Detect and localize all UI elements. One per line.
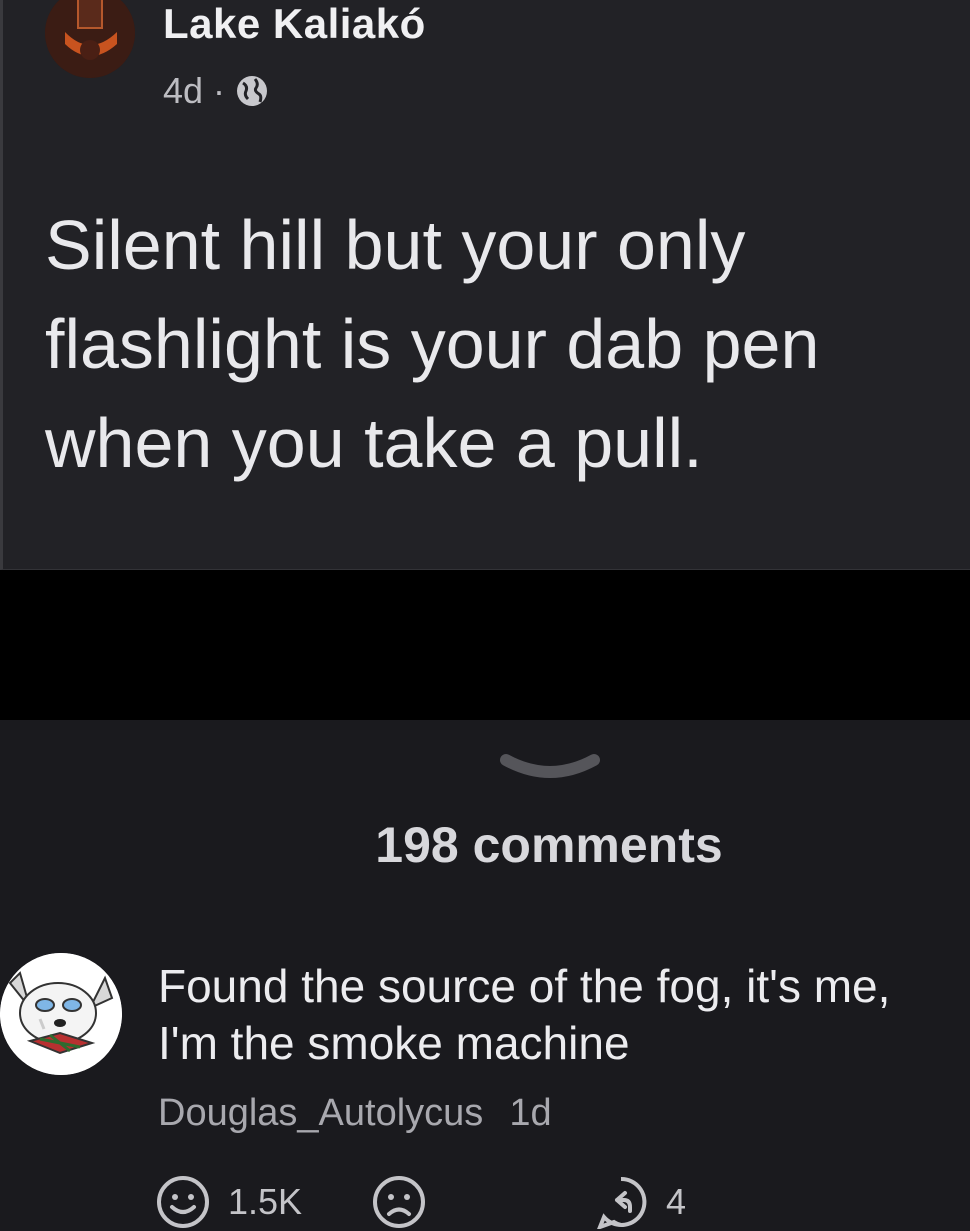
globe-icon xyxy=(237,76,268,106)
post-body: Silent hill but your only flashlight is … xyxy=(45,196,945,493)
comment-actions: 1.5K 4 xyxy=(156,1175,756,1231)
comment-meta: Douglas_Autolycus 1d xyxy=(158,1092,552,1135)
commenter-avatar[interactable] xyxy=(0,953,122,1075)
reply-button[interactable]: 4 xyxy=(594,1175,686,1229)
reply-icon xyxy=(597,1176,647,1229)
post-meta: 4d · xyxy=(163,70,269,112)
comment-line: Found the source of the fog, it's me, xyxy=(158,960,891,1012)
comment-line: I'm the smoke machine xyxy=(158,1017,630,1069)
rat-beef-logo-icon xyxy=(45,0,135,78)
post-author-name[interactable]: Lake Kaliakó xyxy=(163,0,426,48)
comments-sheet: 198 comments Found the source of the fog… xyxy=(0,720,970,1230)
meta-separator: · xyxy=(213,70,226,111)
frown-icon xyxy=(373,1176,425,1228)
like-count: 1.5K xyxy=(228,1181,303,1222)
comment-username[interactable]: Douglas_Autolycus xyxy=(158,1092,483,1135)
like-button[interactable]: 1.5K xyxy=(156,1175,302,1229)
post-time: 4d xyxy=(163,70,204,111)
reply-count: 4 xyxy=(666,1181,687,1222)
comment-time: 1d xyxy=(509,1092,552,1134)
wolf-character-icon xyxy=(0,953,122,1075)
divider-band xyxy=(0,570,970,720)
post-body-line: Silent hill but your only xyxy=(45,206,746,284)
drag-handle-icon[interactable] xyxy=(498,748,602,788)
post-body-line: when you take a pull. xyxy=(45,404,703,482)
dislike-button[interactable] xyxy=(372,1175,426,1229)
post-body-line: flashlight is your dab pen xyxy=(45,305,820,383)
post-card: Lake Kaliakó 4d · Silent hill but your o… xyxy=(0,0,970,570)
comments-count: 198 comments xyxy=(375,817,723,873)
comment-body: Found the source of the fog, it's me, I'… xyxy=(158,958,970,1072)
smile-icon xyxy=(157,1176,209,1228)
author-avatar[interactable] xyxy=(45,0,135,78)
